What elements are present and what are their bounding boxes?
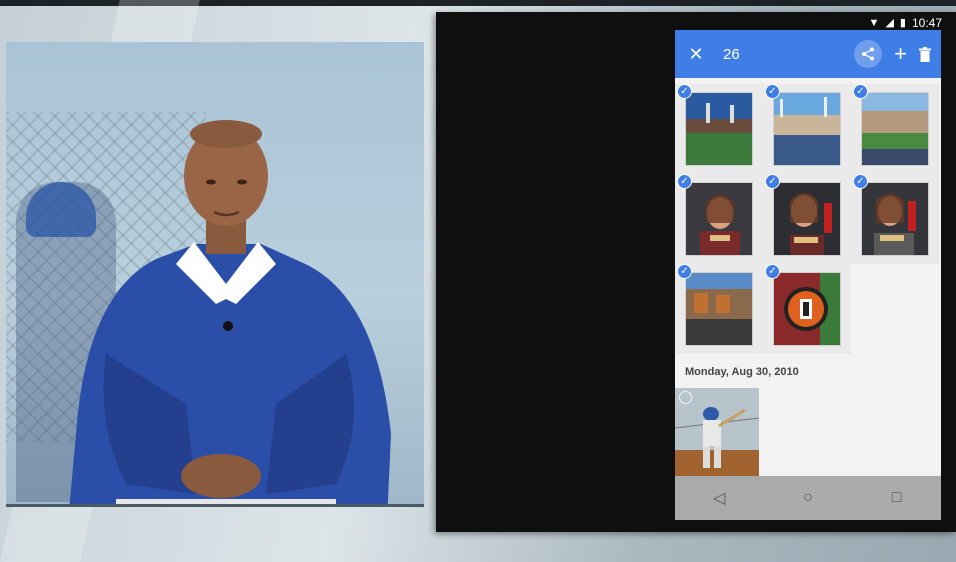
home-button[interactable]: ○ <box>793 489 823 507</box>
photo-tile[interactable]: ✓ <box>675 84 763 174</box>
system-nav-bar: ◁ ○ □ <box>675 476 941 520</box>
photo-tile[interactable]: ✓ <box>675 264 763 354</box>
photo-row: ✓ ✓ <box>675 264 941 354</box>
photo-grid: ✓ ✓ ✓ ✓ ✓ ✓ ✓ ✓ Monday, Aug 30, 2010 <box>675 78 941 478</box>
selected-check-icon: ✓ <box>765 174 780 189</box>
signal-icon: ◢ <box>885 16 894 29</box>
wifi-icon: ▼ <box>868 16 880 29</box>
selected-check-icon: ✓ <box>677 264 692 279</box>
selected-check-icon: ✓ <box>765 264 780 279</box>
selected-check-icon: ✓ <box>765 84 780 99</box>
photo-tile[interactable]: ✓ <box>763 84 851 174</box>
photo-tile[interactable]: ✓ <box>851 84 939 174</box>
photo-woman-hotdog-1 <box>685 182 753 256</box>
photo-tile[interactable]: ✓ <box>675 174 763 264</box>
photo-row: ✓ ✓ ✓ <box>675 174 941 264</box>
unselected-check-icon <box>679 391 692 404</box>
add-button[interactable]: + <box>894 43 907 65</box>
selection-app-bar: ✕ 26 + <box>675 30 941 78</box>
presenter-video-feed <box>6 42 424 504</box>
battery-icon: ▮ <box>899 16 906 29</box>
delete-icon <box>919 46 931 62</box>
presenter <box>46 104 406 504</box>
photo-row: ✓ ✓ ✓ <box>675 84 941 174</box>
photo-woman-hotdog-2 <box>773 182 841 256</box>
photo-stadium-stands <box>685 272 753 346</box>
selected-check-icon: ✓ <box>853 174 868 189</box>
close-selection-button[interactable]: ✕ <box>685 44 707 65</box>
photo-stadium-field <box>861 92 929 166</box>
photo-tile[interactable]: ✓ <box>763 174 851 264</box>
date-section-header: Monday, Aug 30, 2010 <box>685 366 799 378</box>
delete-button[interactable] <box>919 46 931 62</box>
photo-tile[interactable]: ✓ <box>851 174 939 264</box>
photo-stadium-night <box>685 92 753 166</box>
selected-check-icon: ✓ <box>853 84 868 99</box>
photo-tile[interactable] <box>675 388 759 478</box>
share-icon <box>862 47 875 61</box>
photo-tile[interactable]: ✓ <box>763 264 851 354</box>
back-button[interactable]: ◁ <box>704 488 734 508</box>
photo-stadium-crowd <box>773 92 841 166</box>
photo-giants-logo <box>773 272 841 346</box>
share-button[interactable] <box>854 40 883 68</box>
photo-woman-hotdog-3 <box>861 182 929 256</box>
recents-button[interactable]: □ <box>882 489 912 507</box>
app-bar-actions: + <box>854 40 931 68</box>
selected-check-icon: ✓ <box>677 84 692 99</box>
selected-check-icon: ✓ <box>677 174 692 189</box>
selected-count: 26 <box>723 45 740 63</box>
photos-app: ✕ 26 + ✓ ✓ ✓ ✓ ✓ ✓ ✓ ✓ Monday, Aug 30, 2… <box>675 30 941 520</box>
device-screen: ▼ ◢ ▮ 10:47 ✕ 26 + ✓ ✓ ✓ ✓ ✓ ✓ ✓ ✓ Monda… <box>436 12 956 532</box>
status-time: 10:47 <box>911 16 942 30</box>
